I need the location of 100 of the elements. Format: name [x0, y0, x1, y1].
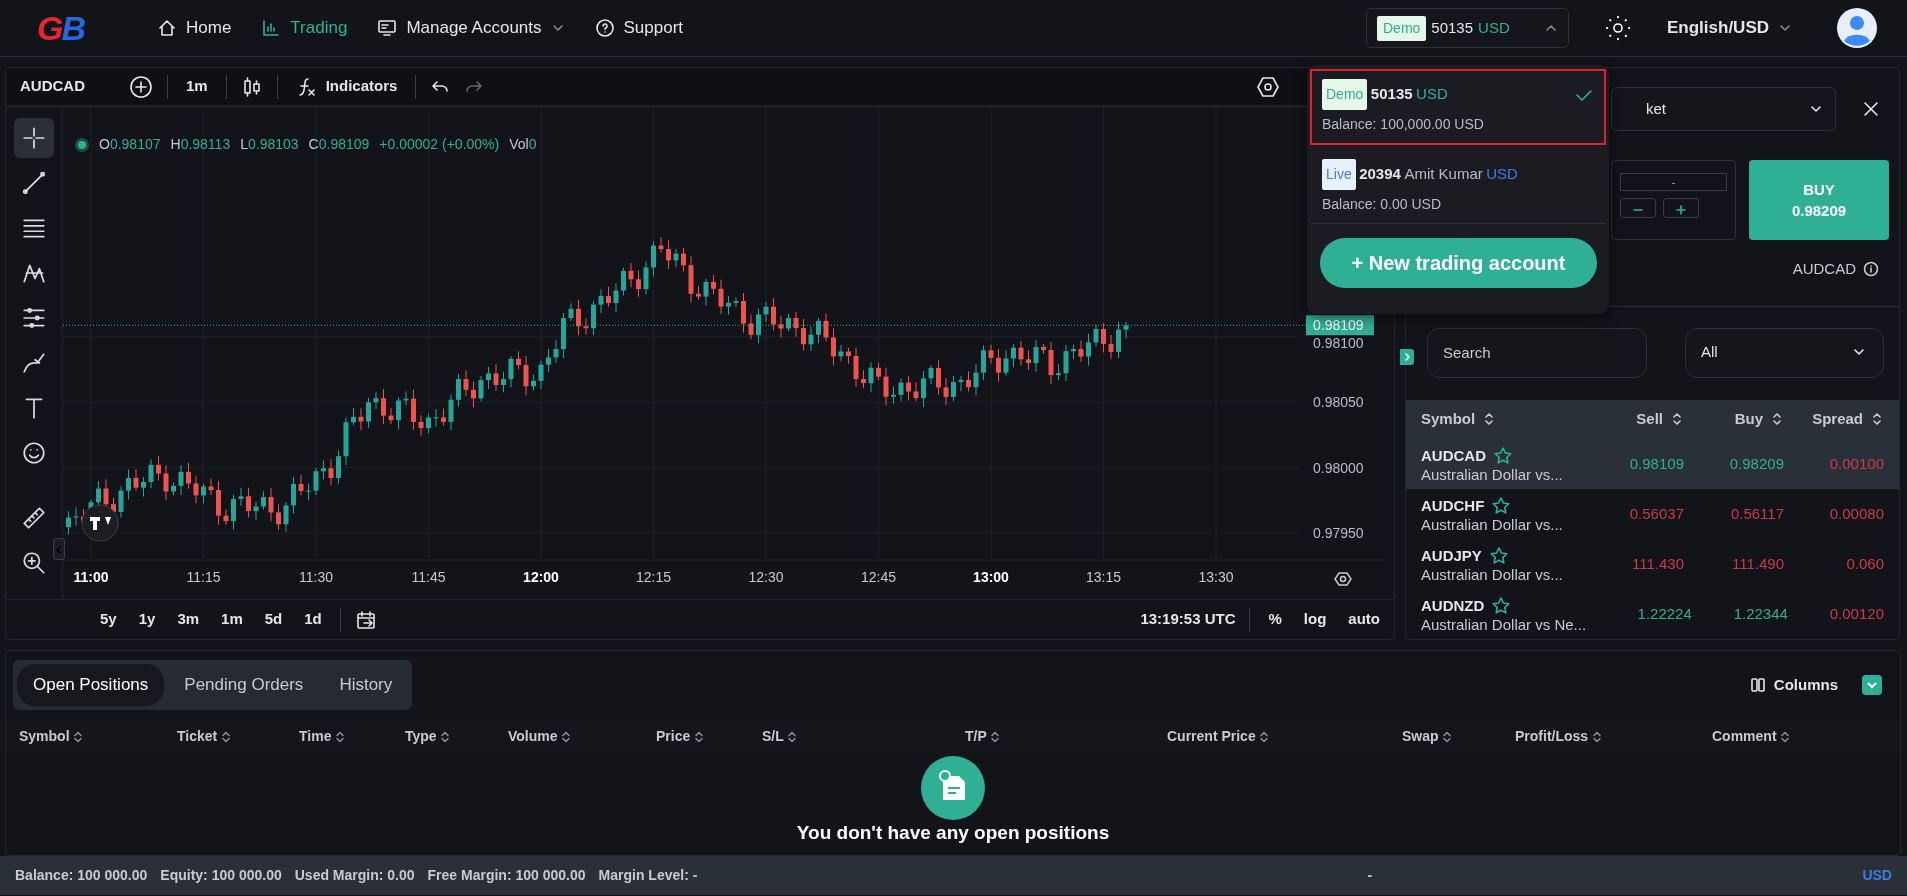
- order-type-select[interactable]: ket: [1611, 87, 1836, 131]
- volume-value: Vol0: [509, 135, 537, 154]
- nav-link[interactable]: Trading: [261, 11, 348, 45]
- market-row[interactable]: AUDCHF Australian Dollar vs... 0.56037 0.56117 0.00080: [1406, 489, 1899, 540]
- column-header[interactable]: Profit/Loss: [1515, 726, 1589, 747]
- account-item[interactable]: Live 20394 Amit Kumar USD Balance: 0.00 USD: [1310, 149, 1606, 224]
- time-label: 13:15: [1086, 569, 1121, 585]
- status-item: Balance: 100 000.00: [15, 866, 148, 885]
- volume-field[interactable]: -: [1620, 173, 1727, 191]
- interval-button[interactable]: 1m: [182, 73, 212, 100]
- spread-value: 0.00100: [1828, 454, 1884, 475]
- column-header[interactable]: Ticket: [177, 726, 218, 747]
- sell-price: 0.98109: [1628, 454, 1684, 475]
- buy-price: 1.22344: [1732, 603, 1788, 624]
- market-row[interactable]: AUDCAD Australian Dollar vs... 0.98109 0.98209 0.00100: [1406, 439, 1899, 490]
- price-tag: 0.98109: [1306, 315, 1374, 336]
- status-item: Free Margin: 100 000.00: [427, 866, 586, 885]
- time-label: 12:00: [523, 569, 559, 585]
- status-item: Equity: 100 000.00: [160, 866, 282, 885]
- time-label: 11:15: [186, 569, 221, 585]
- clock-label: 13:19:53 UTC: [1140, 609, 1236, 630]
- tab[interactable]: Open Positions: [17, 664, 165, 706]
- time-label: 13:00: [973, 569, 1009, 585]
- time-label: 11:00: [73, 569, 109, 585]
- account-selector[interactable]: Demo 50135 USD: [1366, 8, 1569, 48]
- column-header[interactable]: Time: [299, 726, 332, 747]
- symbol-description: Australian Dollar vs...: [1421, 467, 1564, 484]
- filter-select[interactable]: All: [1685, 327, 1884, 378]
- range-button[interactable]: 1y: [134, 606, 160, 633]
- scale-option[interactable]: %: [1264, 606, 1286, 633]
- symbol-name: AUDCAD: [1421, 445, 1486, 466]
- range-button[interactable]: 5y: [96, 606, 121, 633]
- nav-link[interactable]: Manage Accounts: [377, 11, 565, 45]
- sell-price: 111.430: [1631, 553, 1684, 574]
- column-header[interactable]: Spread: [1812, 408, 1863, 431]
- symbol-description: Australian Dollar vs...: [1421, 567, 1564, 584]
- ohlc-value: H0.98113: [170, 135, 231, 154]
- ohlc-value: O0.98107: [99, 135, 161, 154]
- symbol-name: AUDJPY: [1421, 545, 1482, 566]
- market-row[interactable]: AUDJPY Australian Dollar vs... 111.430 111.490 0.060: [1406, 539, 1899, 590]
- time-label: 13:30: [1198, 569, 1234, 585]
- price-label: 0.97950: [1313, 525, 1364, 541]
- range-button[interactable]: 1d: [300, 606, 326, 633]
- sell-price: 0.56037: [1628, 504, 1684, 524]
- market-row[interactable]: AUDNZD Australian Dollar vs Ne... 1.22224 1.22344 0.00120: [1406, 589, 1899, 639]
- column-header[interactable]: Price: [656, 726, 691, 747]
- nav-link[interactable]: Home: [157, 11, 232, 45]
- status-item: Margin Level: -: [598, 866, 698, 885]
- columns-button[interactable]: Columns: [1745, 671, 1842, 698]
- symbol-name: AUDNZD: [1421, 595, 1485, 616]
- buy-price: 0.56117: [1729, 504, 1784, 524]
- column-header[interactable]: S/L: [762, 726, 784, 747]
- column-header[interactable]: Buy: [1734, 408, 1763, 431]
- column-header[interactable]: Symbol: [1421, 408, 1476, 431]
- symbol-description: Australian Dollar vs...: [1421, 517, 1564, 534]
- empty-message: You don't have any open positions: [796, 821, 1110, 845]
- symbol-label: AUDCAD: [1792, 259, 1856, 279]
- column-header[interactable]: Volume: [508, 726, 558, 747]
- price-change: +0.00002 (+0.00%): [379, 135, 500, 154]
- spread-value: 0.00080: [1828, 504, 1884, 524]
- scale-option[interactable]: log: [1299, 606, 1331, 633]
- range-button[interactable]: 5d: [260, 606, 287, 633]
- column-header[interactable]: Type: [405, 726, 437, 747]
- column-header[interactable]: Current Price: [1167, 726, 1256, 747]
- column-header[interactable]: Swap: [1402, 726, 1439, 747]
- column-header[interactable]: Sell: [1636, 408, 1663, 431]
- account-item[interactable]: Demo 50135 USD Balance: 100,000.00 USD: [1310, 69, 1606, 145]
- column-header[interactable]: Symbol: [19, 726, 70, 747]
- nav-link[interactable]: Support: [594, 11, 684, 45]
- spread-value: 0.060: [1845, 553, 1884, 574]
- tab[interactable]: History: [323, 664, 409, 706]
- time-label: 12:45: [861, 569, 896, 585]
- time-label: 11:30: [299, 569, 333, 585]
- search-field[interactable]: Search: [1427, 327, 1647, 378]
- price-label: 0.98000: [1313, 459, 1364, 476]
- scale-option[interactable]: auto: [1344, 606, 1384, 633]
- range-button[interactable]: 3m: [173, 606, 204, 633]
- time-label: 11:45: [411, 569, 446, 585]
- status-item: Used Margin: 0.00: [294, 866, 415, 885]
- time-label: 12:15: [636, 569, 671, 585]
- symbol-label: AUDCAD: [20, 76, 86, 97]
- ohlc-value: L0.98103: [240, 135, 299, 154]
- symbol-description: Australian Dollar vs Ne...: [1421, 617, 1587, 634]
- ohlc-value: C0.98109: [308, 135, 370, 154]
- range-button[interactable]: 1m: [217, 606, 247, 633]
- currency-label: USD: [1862, 866, 1892, 885]
- sell-price: 1.22224: [1636, 603, 1692, 624]
- spread-value: 0.00120: [1828, 603, 1884, 624]
- logo[interactable]: GB: [37, 2, 157, 54]
- buy-price: 111.490: [1731, 553, 1784, 574]
- indicators-button[interactable]: Indicators: [291, 73, 402, 100]
- status-item: -: [1366, 866, 1373, 885]
- time-label: 12:30: [748, 569, 784, 585]
- buy-price: 0.98209: [1728, 454, 1784, 475]
- price-label: 0.98050: [1313, 394, 1364, 411]
- language-selector[interactable]: English/USD: [1667, 11, 1792, 45]
- column-header[interactable]: T/P: [965, 726, 987, 747]
- tab[interactable]: Pending Orders: [168, 664, 320, 706]
- column-header[interactable]: Comment: [1712, 726, 1777, 747]
- symbol-name: AUDCHF: [1421, 495, 1485, 516]
